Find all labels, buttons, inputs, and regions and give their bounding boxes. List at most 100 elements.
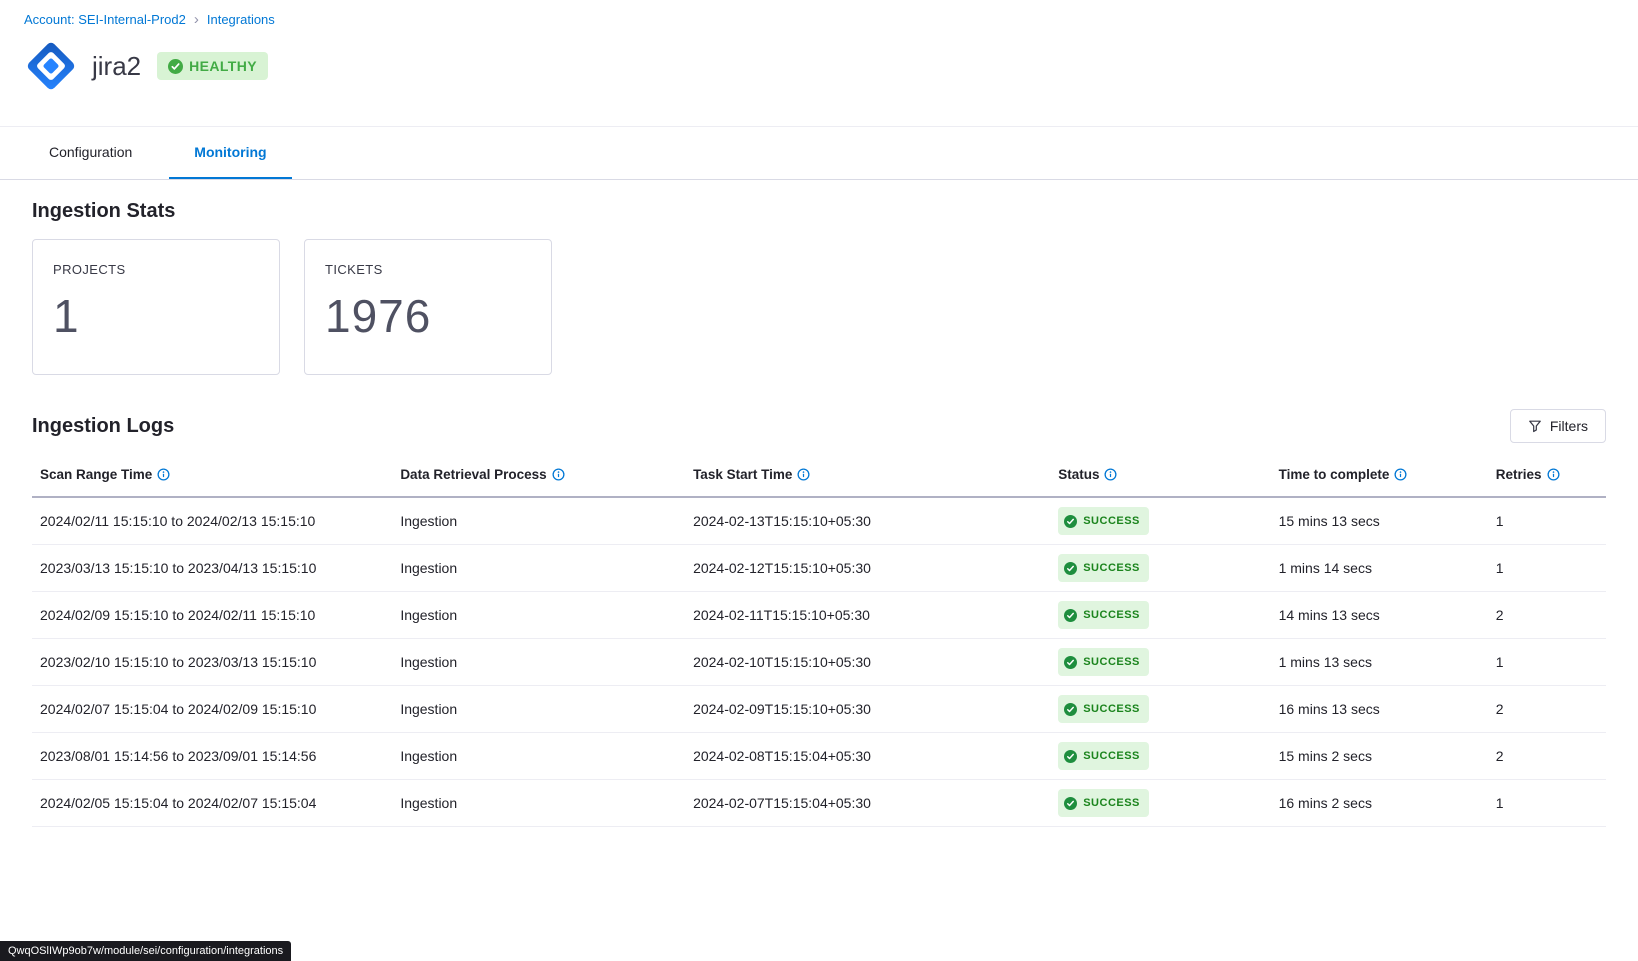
breadcrumb: Account: SEI-Internal-Prod2 › Integratio… — [24, 12, 1614, 27]
process-cell: Ingestion — [400, 545, 693, 592]
check-circle-icon — [1064, 797, 1077, 810]
status-badge: SUCCESS — [1058, 789, 1149, 817]
table-row: 2024/02/05 15:15:04 to 2024/02/07 15:15:… — [32, 780, 1606, 827]
retries-cell: 2 — [1496, 733, 1606, 780]
stat-value: 1976 — [325, 289, 531, 343]
filter-funnel-icon — [1528, 419, 1542, 433]
process-cell: Ingestion — [400, 592, 693, 639]
table-row: 2024/02/11 15:15:10 to 2024/02/13 15:15:… — [32, 497, 1606, 545]
breadcrumb-integrations-link[interactable]: Integrations — [207, 12, 275, 27]
page-header: Account: SEI-Internal-Prod2 › Integratio… — [0, 0, 1638, 127]
status-badge: SUCCESS — [1058, 648, 1149, 676]
info-icon[interactable] — [1547, 468, 1560, 481]
column-label: Scan Range Time — [40, 467, 152, 482]
breadcrumb-account-link[interactable]: Account: SEI-Internal-Prod2 — [24, 12, 186, 27]
status-cell: SUCCESS — [1058, 592, 1278, 639]
status-label: SUCCESS — [1083, 605, 1140, 625]
page-title: jira2 — [92, 51, 141, 82]
status-badge: SUCCESS — [1058, 742, 1149, 770]
column-header-process: Data Retrieval Process — [400, 459, 693, 497]
stat-label: TICKETS — [325, 262, 531, 277]
stat-card-projects: PROJECTS 1 — [32, 239, 280, 375]
jira-logo-icon — [24, 39, 78, 93]
table-row: 2024/02/07 15:15:04 to 2024/02/09 15:15:… — [32, 686, 1606, 733]
scan-range-cell: 2023/03/13 15:15:10 to 2023/04/13 15:15:… — [32, 545, 400, 592]
chevron-right-icon: › — [194, 12, 199, 27]
stat-value: 1 — [53, 289, 259, 343]
status-label: SUCCESS — [1083, 652, 1140, 672]
scan-range-cell: 2023/08/01 15:14:56 to 2023/09/01 15:14:… — [32, 733, 400, 780]
process-cell: Ingestion — [400, 686, 693, 733]
check-circle-icon — [1064, 609, 1077, 622]
tab-bar: Configuration Monitoring — [0, 127, 1638, 180]
task-start-cell: 2024-02-09T15:15:10+05:30 — [693, 686, 1058, 733]
task-start-cell: 2024-02-13T15:15:10+05:30 — [693, 497, 1058, 545]
status-cell: SUCCESS — [1058, 686, 1278, 733]
info-icon[interactable] — [552, 468, 565, 481]
stat-cards: PROJECTS 1 TICKETS 1976 — [32, 239, 1606, 375]
main-content: Ingestion Stats PROJECTS 1 TICKETS 1976 … — [0, 180, 1638, 827]
status-label: SUCCESS — [1083, 746, 1140, 766]
time-to-complete-cell: 14 mins 13 secs — [1279, 592, 1496, 639]
time-to-complete-cell: 15 mins 13 secs — [1279, 497, 1496, 545]
task-start-cell: 2024-02-08T15:15:04+05:30 — [693, 733, 1058, 780]
task-start-cell: 2024-02-10T15:15:10+05:30 — [693, 639, 1058, 686]
status-cell: SUCCESS — [1058, 639, 1278, 686]
filters-button[interactable]: Filters — [1510, 409, 1606, 443]
task-start-cell: 2024-02-12T15:15:10+05:30 — [693, 545, 1058, 592]
info-icon[interactable] — [1394, 468, 1407, 481]
column-header-retries: Retries — [1496, 459, 1606, 497]
check-circle-icon — [1064, 750, 1077, 763]
column-header-task-start: Task Start Time — [693, 459, 1058, 497]
process-cell: Ingestion — [400, 497, 693, 545]
title-row: jira2 HEALTHY — [24, 39, 1614, 93]
retries-cell: 2 — [1496, 592, 1606, 639]
info-icon[interactable] — [797, 468, 810, 481]
ingestion-stats-title: Ingestion Stats — [32, 200, 1606, 223]
check-circle-icon — [1064, 656, 1077, 669]
scan-range-cell: 2024/02/05 15:15:04 to 2024/02/07 15:15:… — [32, 780, 400, 827]
ingestion-logs-header: Ingestion Logs Filters — [32, 409, 1606, 443]
column-label: Status — [1058, 467, 1099, 482]
scan-range-cell: 2024/02/11 15:15:10 to 2024/02/13 15:15:… — [32, 497, 400, 545]
check-circle-icon — [1064, 515, 1077, 528]
status-label: SUCCESS — [1083, 558, 1140, 578]
status-cell: SUCCESS — [1058, 497, 1278, 545]
process-cell: Ingestion — [400, 780, 693, 827]
retries-cell: 1 — [1496, 545, 1606, 592]
check-circle-icon — [168, 59, 183, 74]
retries-cell: 1 — [1496, 639, 1606, 686]
tab-configuration[interactable]: Configuration — [24, 127, 157, 179]
column-label: Task Start Time — [693, 467, 792, 482]
status-badge: SUCCESS — [1058, 554, 1149, 582]
status-cell: SUCCESS — [1058, 780, 1278, 827]
column-label: Time to complete — [1279, 467, 1390, 482]
ingestion-logs-title: Ingestion Logs — [32, 415, 174, 438]
status-label: SUCCESS — [1083, 793, 1140, 813]
status-badge: SUCCESS — [1058, 601, 1149, 629]
status-label: SUCCESS — [1083, 511, 1140, 531]
status-cell: SUCCESS — [1058, 733, 1278, 780]
status-badge: SUCCESS — [1058, 507, 1149, 535]
table-row: 2023/02/10 15:15:10 to 2023/03/13 15:15:… — [32, 639, 1606, 686]
table-header-row: Scan Range Time Data Retrieval Process T… — [32, 459, 1606, 497]
tab-monitoring[interactable]: Monitoring — [169, 127, 291, 179]
task-start-cell: 2024-02-11T15:15:10+05:30 — [693, 592, 1058, 639]
time-to-complete-cell: 16 mins 2 secs — [1279, 780, 1496, 827]
column-header-status: Status — [1058, 459, 1278, 497]
stat-card-tickets: TICKETS 1976 — [304, 239, 552, 375]
retries-cell: 1 — [1496, 780, 1606, 827]
task-start-cell: 2024-02-07T15:15:04+05:30 — [693, 780, 1058, 827]
status-cell: SUCCESS — [1058, 545, 1278, 592]
column-header-time-to-complete: Time to complete — [1279, 459, 1496, 497]
column-header-scan-range: Scan Range Time — [32, 459, 400, 497]
stat-label: PROJECTS — [53, 262, 259, 277]
scan-range-cell: 2023/02/10 15:15:10 to 2023/03/13 15:15:… — [32, 639, 400, 686]
health-status-label: HEALTHY — [189, 58, 257, 74]
process-cell: Ingestion — [400, 639, 693, 686]
retries-cell: 1 — [1496, 497, 1606, 545]
info-icon[interactable] — [1104, 468, 1117, 481]
time-to-complete-cell: 1 mins 13 secs — [1279, 639, 1496, 686]
info-icon[interactable] — [157, 468, 170, 481]
time-to-complete-cell: 16 mins 13 secs — [1279, 686, 1496, 733]
